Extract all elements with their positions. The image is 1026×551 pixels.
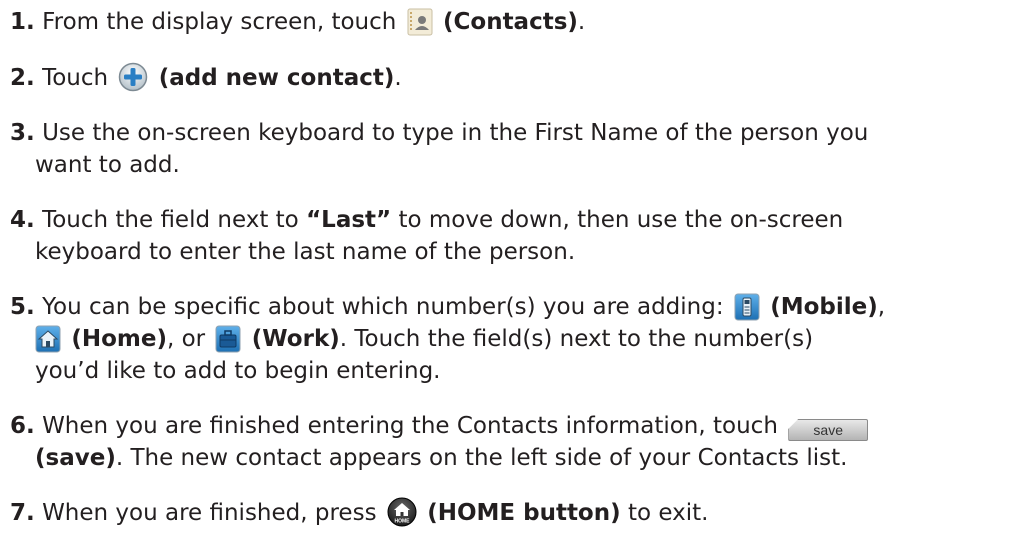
home-icon-label: HOME [394,519,410,525]
step-text: Use the on-screen keyboard to type in th… [42,120,869,146]
step-bold-text: (Mobile) [770,294,878,320]
step-number: 1. [10,9,35,35]
step-6: 6. When you are finished entering the Co… [10,410,1016,474]
step-1: 1. From the display screen, touch (Conta… [10,6,1016,38]
step-7: 7. When you are finished, press HOME (HO… [10,497,1016,529]
step-bold-text: (Home) [71,326,167,352]
save-button-icon: save [788,419,869,441]
home-icon [35,325,61,353]
home-button-icon: HOME [387,497,417,527]
step-5: 5. You can be specific about which numbe… [10,291,1016,387]
or-text: , or [166,326,206,352]
step-number: 7. [10,500,35,526]
mobile-icon [734,293,760,321]
step-text: Touch [42,65,109,91]
step-text: When you are finished entering the Conta… [42,413,778,439]
step-number: 3. [10,120,35,146]
step-text-line3: you’d like to add to begin entering. [35,358,441,384]
step-number: 6. [10,413,35,439]
step-text: You can be specific about which number(s… [42,294,724,320]
step-bold-text: (Work) [251,326,340,352]
add-contact-icon [118,62,148,92]
step-text-end: . Touch the field(s) next to the number(… [339,326,814,352]
step-text-end: . [394,65,402,91]
step-text: From the display screen, touch [42,9,397,35]
step-text-end: to move down, then use the on-screen [398,207,844,233]
step-text-line2: want to add. [35,152,180,178]
step-bold-text: (add new contact) [158,65,395,91]
step-text: Touch the field next to [42,207,299,233]
step-text-end: . [577,9,586,35]
step-text-line2: keyboard to enter the last name of the p… [35,239,576,265]
step-bold-text: “Last” [306,207,392,233]
step-text-end: . The new contact appears on the left si… [115,445,848,471]
step-bold-text: (save) [35,445,116,471]
step-text-end: to exit. [627,500,709,526]
step-bold-text: (HOME button) [427,500,621,526]
step-text: When you are finished, press [42,500,377,526]
comma-text: , [877,294,886,320]
step-number: 4. [10,207,35,233]
work-icon [215,325,241,353]
step-bold-text: (Contacts) [443,9,578,35]
contacts-icon [407,8,433,36]
step-number: 2. [10,65,35,91]
step-4: 4. Touch the field next to “Last” to mov… [10,204,1016,268]
step-3: 3. Use the on-screen keyboard to type in… [10,117,1016,181]
step-2: 2. Touch (add new contact). [10,62,1016,94]
step-number: 5. [10,294,35,320]
